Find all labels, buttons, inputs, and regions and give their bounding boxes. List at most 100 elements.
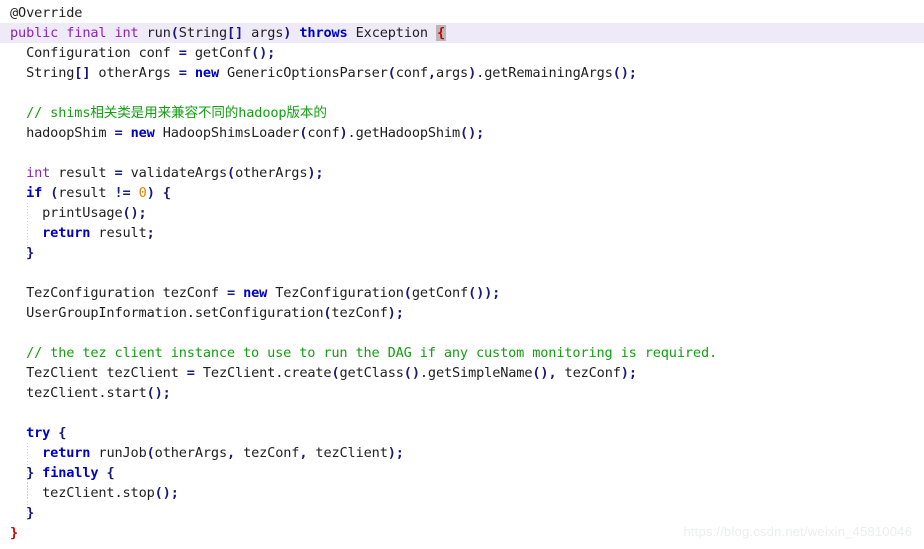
method-getconf: getConf [411,285,469,301]
code-line: printUsage(); [0,203,924,223]
var-tezclient: tezClient [315,445,388,461]
var-tezconf: tezConf [564,365,621,381]
keyword-finally: finally [42,465,99,481]
paren-close: ); [387,305,404,321]
code-editor-content[interactable]: @Override public final int run(String[] … [0,0,924,543]
code-line: return runJob(otherArgs, tezConf, tezCli… [0,443,924,463]
method-setconfiguration: setConfiguration [194,305,324,321]
code-line: // the tez client instance to use to run… [0,343,924,363]
code-line: TezClient tezClient = TezClient.create(g… [0,363,924,383]
var-tezconf: tezConf [243,445,300,461]
dot: . [476,65,485,81]
watermark: https://blog.csdn.net/weixin_45810046 [683,524,912,539]
paren-close: ); [387,445,404,461]
parens: (); [122,205,147,221]
code-line: tezClient.start(); [0,383,924,403]
var-conf: conf [307,125,340,141]
type-tezclient: TezClient [26,365,99,381]
dot: . [186,305,195,321]
code-line: hadoopShim = new HadoopShimsLoader(conf)… [0,123,924,143]
var-tezclient: tezClient [42,485,115,501]
method-create: create [283,365,332,381]
comment-tezclient: // the tez client instance to use to run… [26,345,718,361]
method-getclass: getClass [339,365,404,381]
literal-zero: 0 [138,185,147,201]
type-usergroupinformation: UserGroupInformation [26,305,187,321]
comma: , [427,65,436,81]
var-conf: conf [138,45,171,61]
keyword-if: if [26,185,43,201]
var-args: args [251,25,284,41]
code-line: TezConfiguration tezConf = new TezConfig… [0,283,924,303]
method-printusage: printUsage [42,205,123,221]
paren-open: ( [403,285,412,301]
keyword-try: try [26,425,51,441]
parens: ()); [468,285,501,301]
dot: . [419,365,428,381]
paren-close: ) [146,185,155,201]
code-line: @Override [0,3,924,23]
brace-close: } [26,465,35,481]
method-gethadoopshim: getHadoopShim [355,125,461,141]
annotation-override: @Override [10,5,83,21]
keyword-int: int [114,25,139,41]
paren-open: ( [387,65,396,81]
code-line: } finally { [0,463,924,483]
assign-operator: = [226,285,236,301]
var-tezclient: tezClient [106,365,179,381]
code-line: if (result != 0) { [0,183,924,203]
code-line: // shims相关类是用来兼容不同的hadoop版本的 [0,103,924,123]
keyword-new: new [243,285,268,301]
paren-close: ); [307,165,324,181]
method-validateargs: validateArgs [130,165,228,181]
dot: . [114,485,123,501]
var-otherargs: otherArgs [98,65,171,81]
var-otherargs: otherArgs [235,165,308,181]
code-screenshot: @Override public final int run(String[] … [0,0,924,549]
comma: , [226,445,236,461]
assign-operator: = [114,125,123,141]
var-tezclient: tezClient [26,385,99,401]
not-equal-operator: != [114,185,131,201]
type-hadoopshimsloader: HadoopShimsLoader [162,125,300,141]
code-line: int result = validateArgs(otherArgs); [0,163,924,183]
var-result: result [58,165,107,181]
brace-open: { [162,185,171,201]
code-line: try { [0,423,924,443]
paren-open: ( [227,165,236,181]
brace-close: } [26,505,35,521]
var-conf: conf [395,65,428,81]
method-runjob: runJob [98,445,147,461]
parens: (); [154,485,179,501]
code-line: Configuration conf = getConf(); [0,43,924,63]
type-tezconfiguration: TezConfiguration [26,285,155,301]
var-result: result [98,225,147,241]
type-tezconfiguration: TezConfiguration [275,285,404,301]
assign-operator: = [178,65,187,81]
assign-operator: = [186,365,195,381]
array-brackets: [] [227,25,244,41]
method-getsimplename: getSimpleName [427,365,533,381]
var-tezconf: tezConf [331,305,388,321]
keyword-throws: throws [299,25,348,41]
brace-open: { [106,465,115,481]
parens: (), [532,365,557,381]
code-line: } [0,243,924,263]
brace-close: } [26,245,35,261]
keyword-return: return [42,445,91,461]
code-line: } [0,503,924,523]
assign-operator: = [114,165,123,181]
comma: , [299,445,308,461]
array-brackets: [] [74,65,91,81]
var-otherargs: otherArgs [154,445,227,461]
parens: (); [612,65,637,81]
brace-open: { [58,425,67,441]
